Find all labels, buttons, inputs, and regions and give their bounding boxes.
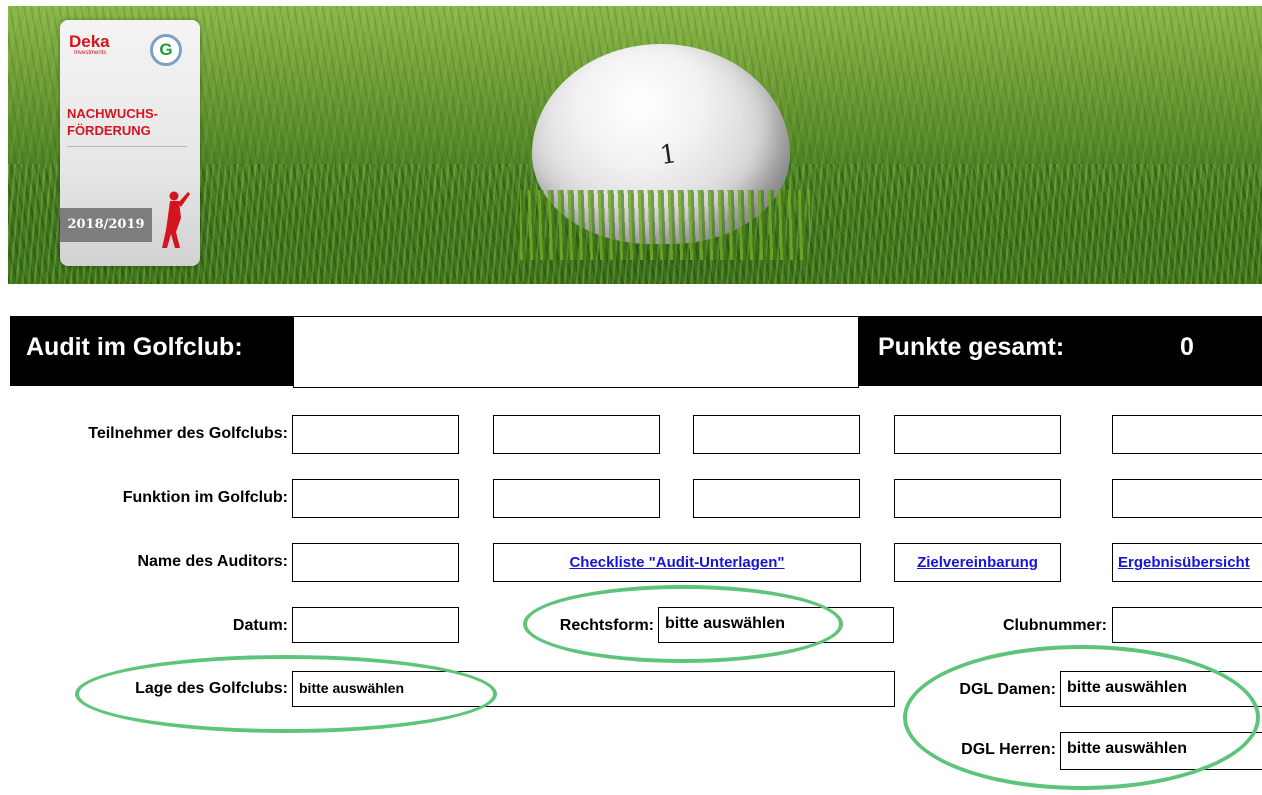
function-input-4[interactable]	[894, 479, 1061, 518]
badge-season: 2018/2019	[60, 208, 152, 242]
participant-input-3[interactable]	[693, 415, 860, 454]
participant-input-1[interactable]	[292, 415, 459, 454]
auditor-label: Name des Auditors:	[137, 553, 288, 570]
points-total-label: Punkte gesamt:	[878, 333, 1065, 361]
program-badge: Deka Investments G NACHWUCHS- FÖRDERUNG …	[60, 20, 200, 266]
club-number-label: Clubnummer:	[1003, 617, 1107, 634]
badge-title-line1: NACHWUCHS-	[67, 106, 158, 121]
legal-form-select[interactable]: bitte auswählen	[658, 607, 894, 643]
function-input-2[interactable]	[493, 479, 660, 518]
function-input-3[interactable]	[693, 479, 860, 518]
golfclub-name-input[interactable]	[293, 316, 859, 388]
grass-foreground	[520, 190, 810, 260]
audit-title: Audit im Golfclub:	[26, 333, 243, 361]
legal-form-label: Rechtsform:	[559, 617, 654, 634]
date-input[interactable]	[292, 607, 459, 643]
location-label: Lage des Golfclubs:	[135, 680, 288, 697]
dgl-men-label: DGL Herren:	[961, 741, 1056, 758]
results-overview-link[interactable]: Ergebnisübersicht	[1112, 543, 1262, 582]
location-select[interactable]: bitte auswählen	[292, 671, 895, 707]
participants-label: Teilnehmer des Golfclubs:	[88, 425, 288, 442]
function-label: Funktion im Golfclub:	[122, 489, 288, 506]
dgl-women-select[interactable]: bitte auswählen	[1060, 671, 1262, 707]
target-agreement-link[interactable]: Zielvereinbarung	[894, 543, 1061, 582]
function-input-5[interactable]	[1112, 479, 1262, 518]
club-number-input[interactable]	[1112, 607, 1262, 643]
auditor-input[interactable]	[292, 543, 459, 582]
date-label: Datum:	[232, 617, 288, 634]
badge-divider	[67, 146, 187, 147]
participant-input-5[interactable]	[1112, 415, 1262, 454]
dgl-men-select[interactable]: bitte auswählen	[1060, 732, 1262, 770]
dgl-women-label: DGL Damen:	[959, 681, 1056, 698]
badge-title-line2: FÖRDERUNG	[67, 123, 151, 138]
function-input-1[interactable]	[292, 479, 459, 518]
deka-logo: Deka	[69, 32, 110, 51]
participant-input-4[interactable]	[894, 415, 1061, 454]
checklist-audit-documents-link[interactable]: Checkliste "Audit-Unterlagen"	[493, 543, 861, 582]
participant-input-2[interactable]	[493, 415, 660, 454]
golfer-icon	[162, 191, 190, 248]
golf-ball-number: 1	[657, 138, 679, 172]
points-total-value: 0	[1180, 333, 1194, 361]
deka-logo-subtitle: Investments	[74, 50, 107, 56]
dgv-g-logo-icon: G	[150, 34, 182, 66]
